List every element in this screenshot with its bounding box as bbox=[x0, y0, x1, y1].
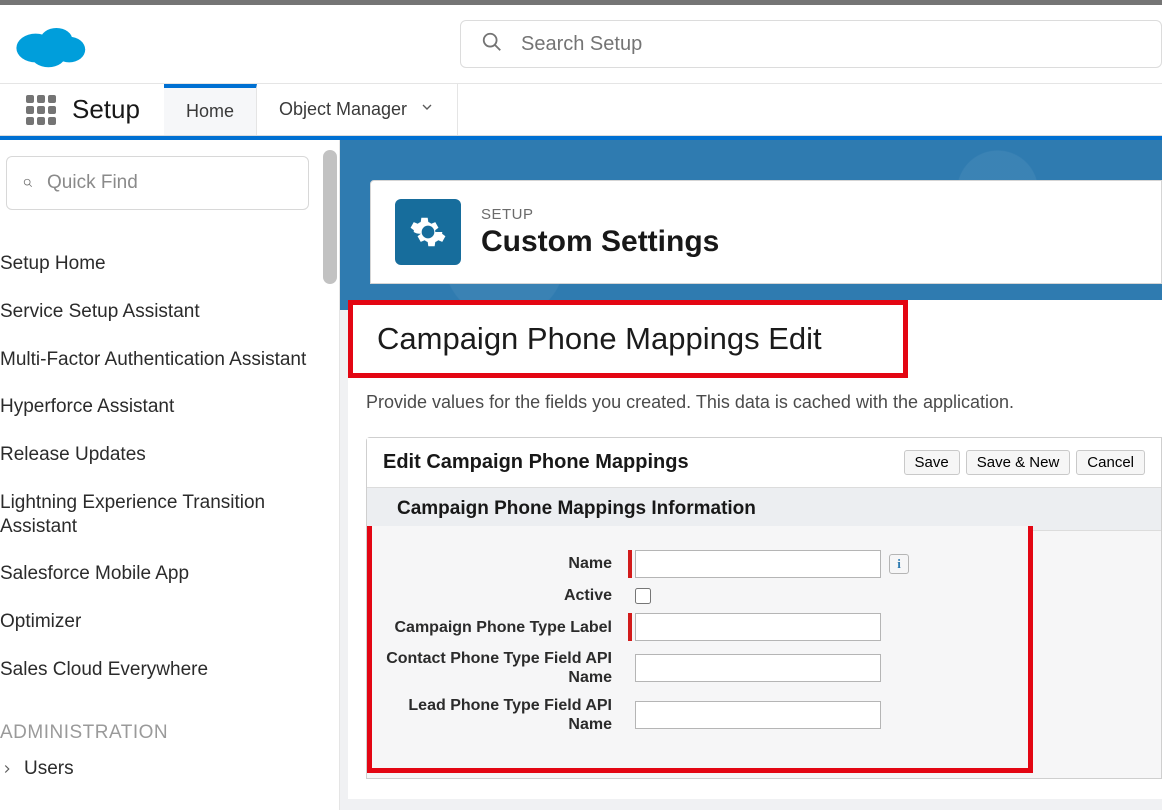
content-area: SETUP Custom Settings Campaign Phone Map… bbox=[340, 140, 1162, 810]
page-subtitle: Provide values for the fields you create… bbox=[366, 392, 1162, 413]
field-row-campaign-phone-type-label: Campaign Phone Type Label bbox=[372, 609, 1028, 645]
app-title: Setup bbox=[64, 84, 164, 135]
search-icon bbox=[481, 31, 503, 58]
save-and-new-button[interactable]: Save & New bbox=[966, 450, 1071, 475]
field-label: Name bbox=[372, 554, 628, 573]
page-body: Campaign Phone Mappings Edit Provide val… bbox=[348, 300, 1162, 799]
setup-sidebar: Setup Home Service Setup Assistant Multi… bbox=[0, 140, 340, 810]
page-title: Campaign Phone Mappings Edit bbox=[377, 321, 879, 357]
sidebar-item[interactable]: Service Setup Assistant bbox=[0, 288, 339, 336]
gear-icon bbox=[395, 199, 461, 265]
tab-home[interactable]: Home bbox=[164, 84, 257, 135]
field-label: Lead Phone Type Field API Name bbox=[372, 696, 628, 734]
field-row-lead-api: Lead Phone Type Field API Name bbox=[372, 692, 1028, 738]
tab-label: Home bbox=[186, 101, 234, 122]
required-indicator bbox=[628, 550, 632, 578]
field-row-contact-api: Contact Phone Type Field API Name bbox=[372, 645, 1028, 691]
field-label: Contact Phone Type Field API Name bbox=[372, 649, 628, 687]
app-launcher-icon[interactable] bbox=[18, 84, 64, 135]
sidebar-item[interactable]: Hyperforce Assistant bbox=[0, 383, 339, 431]
contact-phone-api-input[interactable] bbox=[635, 654, 881, 682]
quick-find[interactable] bbox=[6, 156, 309, 210]
sidebar-item[interactable]: Optimizer bbox=[0, 598, 339, 646]
page-header-title: Custom Settings bbox=[481, 225, 719, 259]
page-title-highlight: Campaign Phone Mappings Edit bbox=[348, 300, 908, 378]
sidebar-item[interactable]: Setup Home bbox=[0, 240, 339, 288]
field-label: Active bbox=[372, 586, 628, 605]
search-icon bbox=[23, 173, 33, 193]
tab-label: Object Manager bbox=[279, 99, 407, 120]
global-search-input[interactable] bbox=[521, 33, 1141, 56]
field-label: Campaign Phone Type Label bbox=[372, 618, 628, 637]
chevron-right-icon bbox=[0, 762, 14, 776]
sidebar-nav: Setup Home Service Setup Assistant Multi… bbox=[0, 240, 339, 786]
save-button[interactable]: Save bbox=[904, 450, 960, 475]
global-header bbox=[0, 5, 1162, 84]
field-row-active: Active bbox=[372, 582, 1028, 609]
app-nav: Setup Home Object Manager bbox=[0, 84, 1162, 136]
chevron-down-icon bbox=[419, 99, 435, 120]
sidebar-item-label: Users bbox=[24, 758, 74, 780]
page-header-card: SETUP Custom Settings bbox=[370, 180, 1162, 284]
form-buttons: Save Save & New Cancel bbox=[904, 450, 1145, 475]
sidebar-item[interactable]: Salesforce Mobile App bbox=[0, 550, 339, 598]
quick-find-input[interactable] bbox=[47, 172, 292, 194]
sidebar-item[interactable]: Release Updates bbox=[0, 431, 339, 479]
edit-form-card: Edit Campaign Phone Mappings Save Save &… bbox=[366, 437, 1162, 779]
required-indicator bbox=[628, 613, 632, 641]
form-toolbar: Edit Campaign Phone Mappings Save Save &… bbox=[367, 438, 1161, 488]
field-row-name: Name i bbox=[372, 546, 1028, 582]
sidebar-item[interactable]: Lightning Experience Transition Assistan… bbox=[0, 479, 339, 551]
form-title: Edit Campaign Phone Mappings bbox=[383, 451, 689, 474]
page-eyebrow: SETUP bbox=[481, 206, 719, 223]
sidebar-section-header: ADMINISTRATION bbox=[0, 722, 339, 744]
form-fields-highlight: Name i Active Campaign Phone Type Label bbox=[367, 526, 1033, 773]
sidebar-item[interactable]: Sales Cloud Everywhere bbox=[0, 646, 339, 694]
scrollbar-thumb[interactable] bbox=[323, 150, 337, 284]
sidebar-item[interactable]: Multi-Factor Authentication Assistant bbox=[0, 336, 339, 384]
info-icon[interactable]: i bbox=[889, 554, 909, 574]
tab-object-manager[interactable]: Object Manager bbox=[257, 84, 458, 135]
form-section-title: Campaign Phone Mappings Information bbox=[367, 488, 1161, 531]
lead-phone-api-input[interactable] bbox=[635, 701, 881, 729]
name-input[interactable] bbox=[635, 550, 881, 578]
salesforce-logo bbox=[10, 16, 90, 72]
global-search[interactable] bbox=[460, 20, 1162, 68]
active-checkbox[interactable] bbox=[635, 588, 651, 604]
cancel-button[interactable]: Cancel bbox=[1076, 450, 1145, 475]
campaign-phone-type-label-input[interactable] bbox=[635, 613, 881, 641]
sidebar-item-users[interactable]: Users bbox=[0, 752, 339, 786]
